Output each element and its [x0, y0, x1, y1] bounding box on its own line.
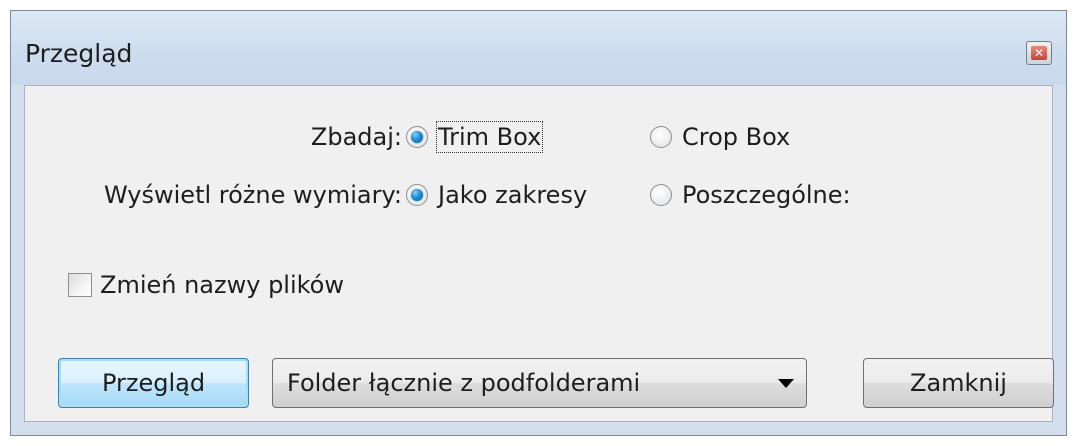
radio-individual[interactable]: Poszczególne:: [650, 181, 851, 209]
radio-as-ranges-label: Jako zakresy: [438, 181, 588, 209]
radio-as-ranges[interactable]: Jako zakresy: [406, 181, 587, 209]
scope-dropdown[interactable]: Folder łącznie z podfolderami: [272, 358, 807, 408]
inspect-label: Zbadaj:: [310, 123, 402, 151]
dialog-body: Zbadaj: Trim Box Crop Box Wyświetl różne…: [24, 85, 1054, 422]
checkbox-unchecked-icon: [68, 273, 92, 297]
radio-selected-icon: [406, 126, 428, 148]
title-bar[interactable]: Przegląd ✕: [11, 11, 1066, 85]
dialog-window: Przegląd ✕ Zbadaj: Trim Box Crop Box Wyś…: [10, 10, 1067, 436]
rename-files-checkbox[interactable]: Zmień nazwy plików: [68, 271, 344, 299]
close-button[interactable]: Zamknij: [863, 358, 1054, 408]
radio-unselected-icon: [650, 184, 672, 206]
radio-unselected-icon: [650, 126, 672, 148]
radio-selected-icon: [406, 184, 428, 206]
display-sizes-label: Wyświetl różne wymiary:: [103, 181, 402, 209]
radio-trim-box-label: Trim Box: [435, 121, 544, 153]
window-title: Przegląd: [25, 39, 133, 68]
browse-button[interactable]: Przegląd: [58, 358, 249, 408]
radio-trim-box[interactable]: Trim Box: [406, 121, 544, 153]
radio-individual-label: Poszczególne:: [682, 181, 851, 209]
rename-files-label: Zmień nazwy plików: [100, 271, 344, 299]
close-window-button[interactable]: ✕: [1026, 41, 1052, 65]
radio-crop-box-label: Crop Box: [682, 123, 791, 151]
chevron-down-icon: [778, 379, 794, 388]
radio-crop-box[interactable]: Crop Box: [650, 123, 790, 151]
close-icon: ✕: [1031, 46, 1047, 60]
scope-dropdown-value: Folder łącznie z podfolderami: [287, 369, 641, 397]
